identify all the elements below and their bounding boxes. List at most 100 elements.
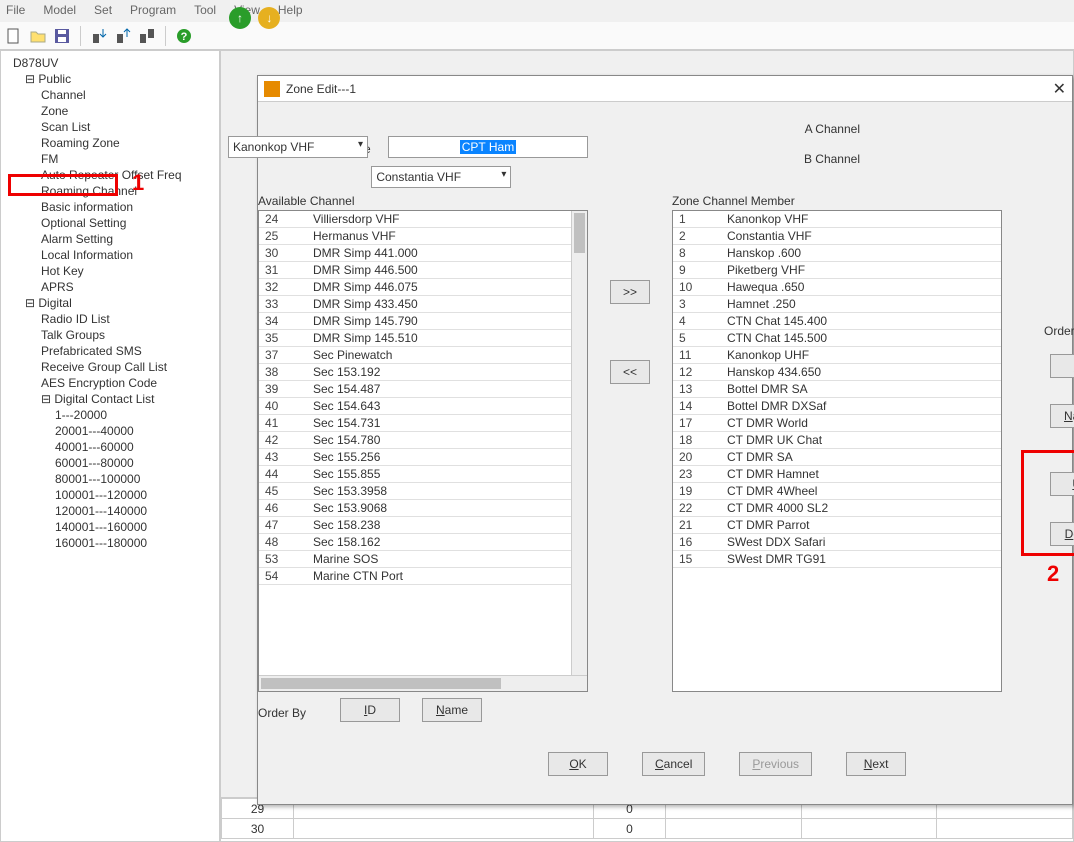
menu-program[interactable]: Program: [130, 3, 176, 19]
tree-dcl-range[interactable]: 160001---180000: [3, 535, 217, 551]
list-item[interactable]: 41Sec 154.731: [259, 415, 587, 432]
list-item[interactable]: 42Sec 154.780: [259, 432, 587, 449]
list-item[interactable]: 48Sec 158.162: [259, 534, 587, 551]
list-item[interactable]: 18CT DMR UK Chat: [673, 432, 1001, 449]
list-item[interactable]: 8Hanskop .600: [673, 245, 1001, 262]
tree-digital-contact-list[interactable]: ⊟ Digital Contact List: [3, 391, 217, 407]
list-item[interactable]: 32DMR Simp 446.075: [259, 279, 587, 296]
tree-roaming-zone[interactable]: Roaming Zone: [3, 135, 217, 151]
list-item[interactable]: 47Sec 158.238: [259, 517, 587, 534]
list-item[interactable]: 9Piketberg VHF: [673, 262, 1001, 279]
tree-fm[interactable]: FM: [3, 151, 217, 167]
list-item[interactable]: 22CT DMR 4000 SL2: [673, 500, 1001, 517]
available-channel-list[interactable]: 24Villiersdorp VHF25Hermanus VHF30DMR Si…: [258, 210, 588, 692]
tree-alarm-setting[interactable]: Alarm Setting: [3, 231, 217, 247]
order-by-name-button[interactable]: Name: [1050, 404, 1074, 428]
close-icon[interactable]: ✕: [1053, 79, 1066, 99]
list-item[interactable]: 43Sec 155.256: [259, 449, 587, 466]
table-row[interactable]: 30 0: [222, 819, 1073, 839]
zone-name-input[interactable]: CPT Ham: [388, 136, 588, 158]
list-item[interactable]: 38Sec 153.192: [259, 364, 587, 381]
open-icon[interactable]: [28, 26, 48, 46]
tree-dcl-range[interactable]: 100001---120000: [3, 487, 217, 503]
tree-prefabricated-sms[interactable]: Prefabricated SMS: [3, 343, 217, 359]
move-right-button[interactable]: >>: [610, 280, 650, 304]
ok-button[interactable]: OK: [548, 752, 608, 776]
list-item[interactable]: 1Kanonkop VHF: [673, 211, 1001, 228]
list-item[interactable]: 21CT DMR Parrot: [673, 517, 1001, 534]
menu-model[interactable]: Model: [43, 3, 76, 19]
list-item[interactable]: 23CT DMR Hamnet: [673, 466, 1001, 483]
tree-dcl-range[interactable]: 140001---160000: [3, 519, 217, 535]
b-channel-select[interactable]: Constantia VHF: [371, 166, 511, 188]
list-item[interactable]: 39Sec 154.487: [259, 381, 587, 398]
cancel-button[interactable]: Cancel: [642, 752, 705, 776]
scrollbar-horizontal[interactable]: [259, 675, 587, 691]
list-item[interactable]: 34DMR Simp 145.790: [259, 313, 587, 330]
tree-scan-list[interactable]: Scan List: [3, 119, 217, 135]
list-item[interactable]: 5CTN Chat 145.500: [673, 330, 1001, 347]
tree-dcl-range[interactable]: 40001---60000: [3, 439, 217, 455]
dialog-titlebar[interactable]: Zone Edit---1 ✕: [258, 76, 1072, 102]
zone-channel-member-list[interactable]: 1Kanonkop VHF2Constantia VHF8Hanskop .60…: [672, 210, 1002, 692]
tree-optional-setting[interactable]: Optional Setting: [3, 215, 217, 231]
tree-root[interactable]: D878UV: [3, 55, 217, 71]
tree-digital[interactable]: ⊟ Digital: [3, 295, 217, 311]
list-item[interactable]: 14Bottel DMR DXSaf: [673, 398, 1001, 415]
tree-zone[interactable]: Zone: [3, 103, 217, 119]
tree-dcl-range[interactable]: 60001---80000: [3, 455, 217, 471]
tree-basic-information[interactable]: Basic information: [3, 199, 217, 215]
list-item[interactable]: 17CT DMR World: [673, 415, 1001, 432]
list-item[interactable]: 46Sec 153.9068: [259, 500, 587, 517]
list-item[interactable]: 2Constantia VHF: [673, 228, 1001, 245]
tree-channel[interactable]: Channel: [3, 87, 217, 103]
tree-dcl-range[interactable]: 120001---140000: [3, 503, 217, 519]
list-item[interactable]: 3Hamnet .250: [673, 296, 1001, 313]
list-item[interactable]: 53Marine SOS: [259, 551, 587, 568]
order-by-name-button-bottom[interactable]: Name: [422, 698, 482, 722]
list-item[interactable]: 15SWest DMR TG91: [673, 551, 1001, 568]
list-item[interactable]: 20CT DMR SA: [673, 449, 1001, 466]
read-from-radio-icon[interactable]: [89, 26, 109, 46]
tree-dcl-range[interactable]: 80001---100000: [3, 471, 217, 487]
tree-local-information[interactable]: Local Information: [3, 247, 217, 263]
list-item[interactable]: 30DMR Simp 441.000: [259, 245, 587, 262]
move-left-button[interactable]: <<: [610, 360, 650, 384]
list-item[interactable]: 13Bottel DMR SA: [673, 381, 1001, 398]
previous-button[interactable]: Previous: [739, 752, 812, 776]
list-item[interactable]: 33DMR Simp 433.450: [259, 296, 587, 313]
menu-tool[interactable]: Tool: [194, 3, 216, 19]
list-item[interactable]: 25Hermanus VHF: [259, 228, 587, 245]
arrow-up-icon[interactable]: ↑: [229, 7, 251, 29]
list-item[interactable]: 11Kanonkop UHF: [673, 347, 1001, 364]
list-item[interactable]: 19CT DMR 4Wheel: [673, 483, 1001, 500]
help-icon[interactable]: ?: [174, 26, 194, 46]
list-item[interactable]: 37Sec Pinewatch: [259, 347, 587, 364]
order-by-id-button[interactable]: ID: [1050, 354, 1074, 378]
list-item[interactable]: 54Marine CTN Port: [259, 568, 587, 585]
list-item[interactable]: 31DMR Simp 446.500: [259, 262, 587, 279]
tree-dcl-range[interactable]: 1---20000: [3, 407, 217, 423]
tree-radio-id-list[interactable]: Radio ID List: [3, 311, 217, 327]
tree-talk-groups[interactable]: Talk Groups: [3, 327, 217, 343]
connect-icon[interactable]: [137, 26, 157, 46]
save-icon[interactable]: [52, 26, 72, 46]
next-button[interactable]: Next: [846, 752, 906, 776]
new-icon[interactable]: [4, 26, 24, 46]
list-item[interactable]: 45Sec 153.3958: [259, 483, 587, 500]
list-item[interactable]: 16SWest DDX Safari: [673, 534, 1001, 551]
tree-receive-group-call-list[interactable]: Receive Group Call List: [3, 359, 217, 375]
tree-dcl-range[interactable]: 20001---40000: [3, 423, 217, 439]
list-item[interactable]: 35DMR Simp 145.510: [259, 330, 587, 347]
tree-aprs[interactable]: APRS: [3, 279, 217, 295]
nav-tree[interactable]: D878UV ⊟ Public Channel Zone Scan List R…: [0, 50, 220, 842]
list-item[interactable]: 10Hawequa .650: [673, 279, 1001, 296]
tree-aes-encryption-code[interactable]: AES Encryption Code: [3, 375, 217, 391]
order-by-id-button-bottom[interactable]: ID: [340, 698, 400, 722]
list-item[interactable]: 24Villiersdorp VHF: [259, 211, 587, 228]
scrollbar-vertical[interactable]: [571, 211, 587, 675]
arrow-down-icon[interactable]: ↓: [258, 7, 280, 29]
tree-hot-key[interactable]: Hot Key: [3, 263, 217, 279]
list-item[interactable]: 4CTN Chat 145.400: [673, 313, 1001, 330]
tree-public[interactable]: ⊟ Public: [3, 71, 217, 87]
